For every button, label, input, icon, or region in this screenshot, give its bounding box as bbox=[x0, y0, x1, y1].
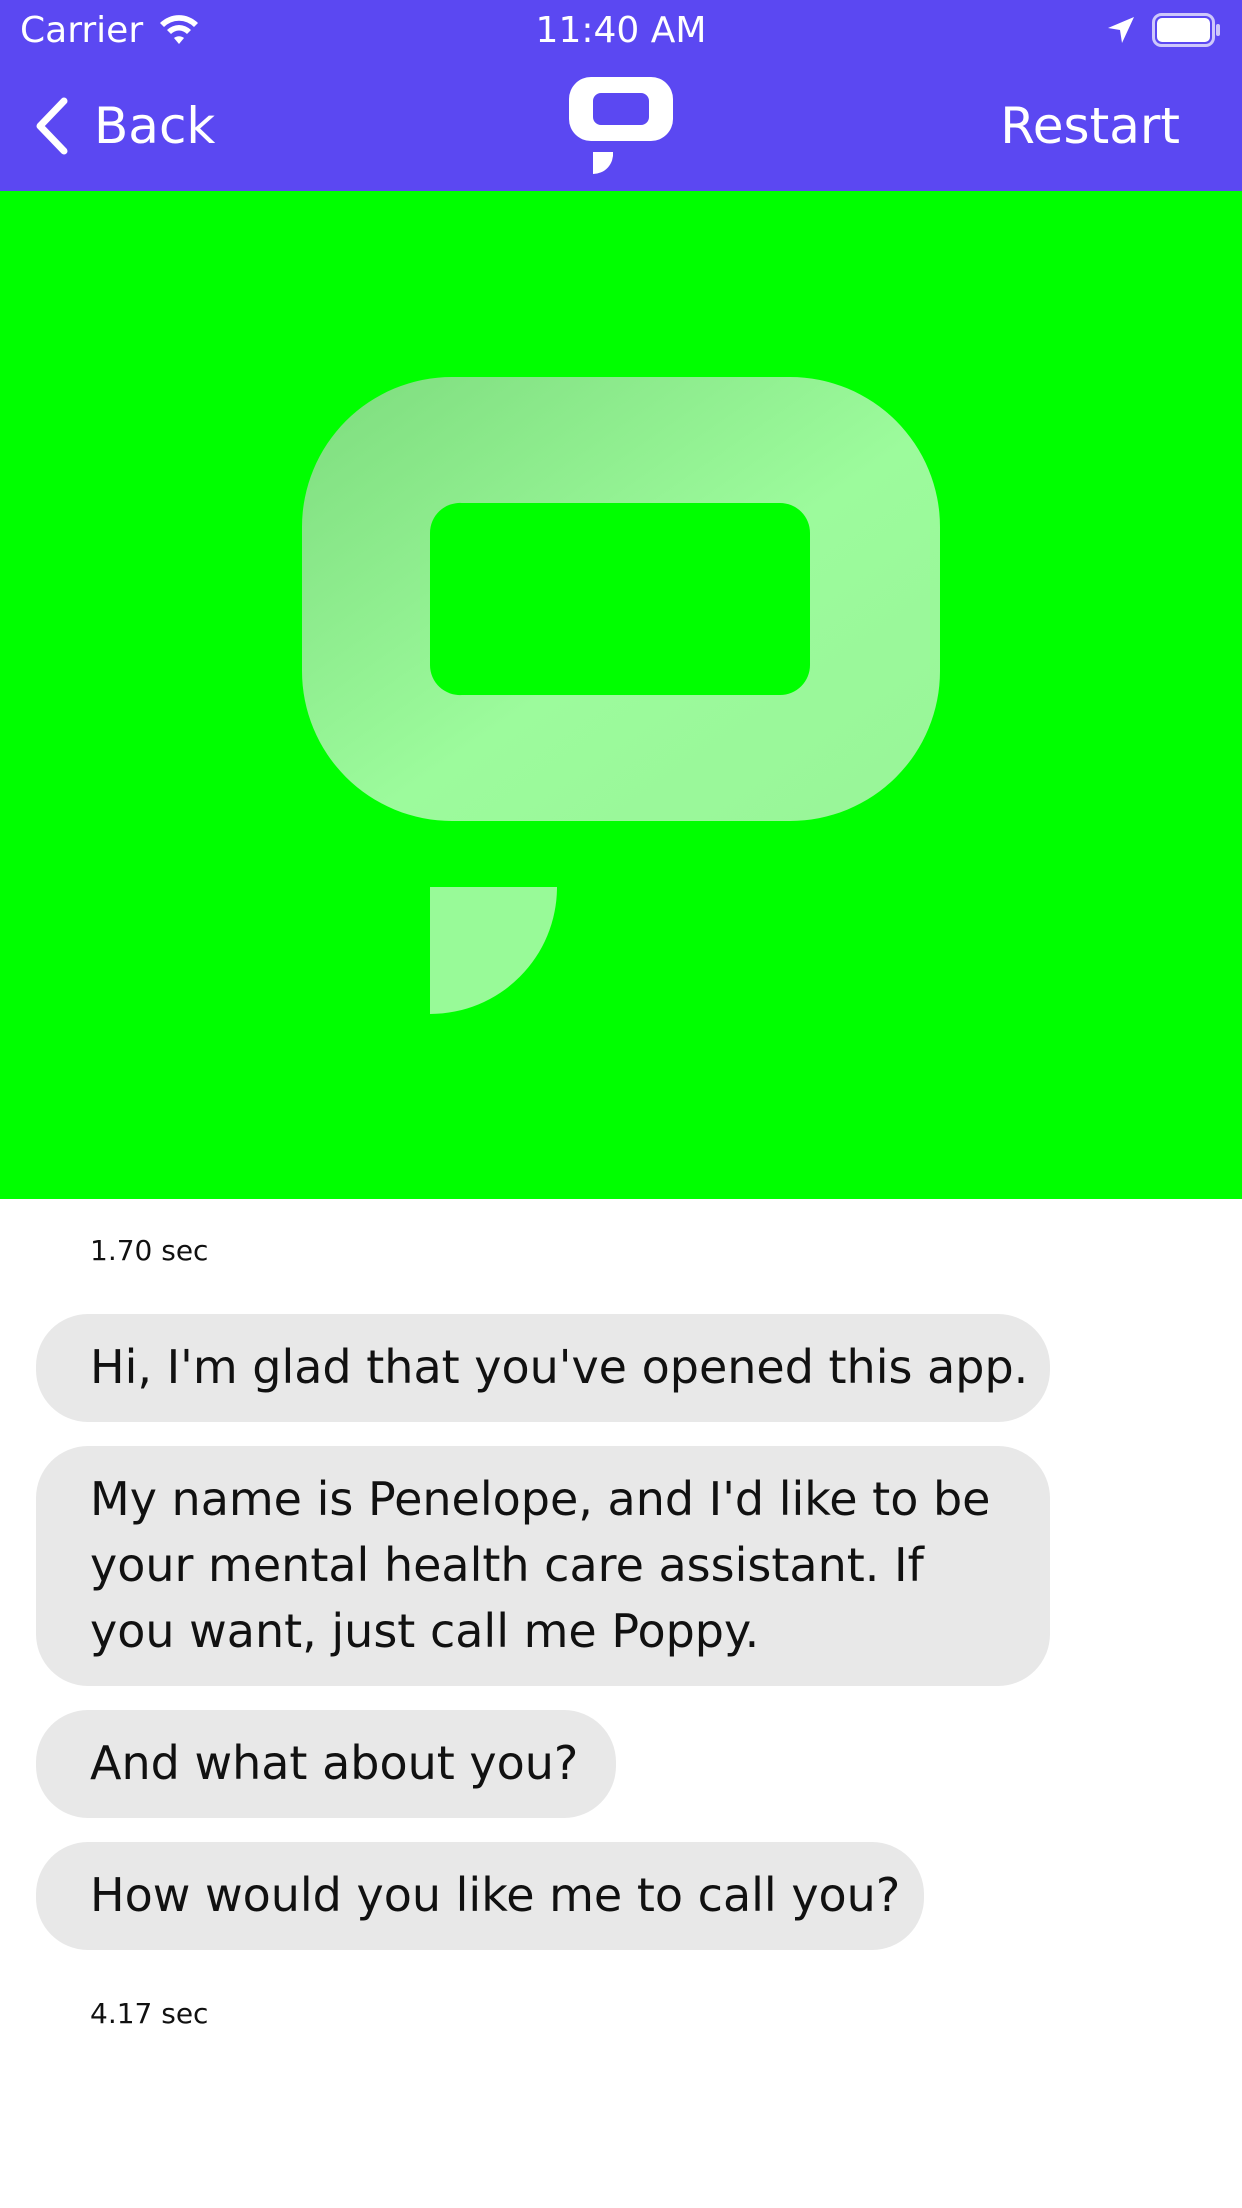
chevron-left-icon bbox=[36, 97, 68, 155]
chat-screen: Carrier 11:40 AM Back Restart 1.70 sec H… bbox=[0, 0, 1242, 2208]
restart-button[interactable]: Restart bbox=[1000, 94, 1180, 158]
message-timestamp: 1.70 sec bbox=[90, 1234, 209, 1267]
hero-banner bbox=[0, 191, 1242, 1199]
message-timestamp: 4.17 sec bbox=[90, 1997, 209, 2030]
chat-bubble: My name is Penelope, and I'd like to be … bbox=[36, 1446, 1050, 1686]
chat-bubble: How would you like me to call you? bbox=[36, 1842, 924, 1950]
status-icons bbox=[1106, 12, 1222, 48]
battery-icon bbox=[1152, 13, 1220, 47]
speech-bubble-logo-icon bbox=[569, 77, 673, 175]
location-arrow-icon bbox=[1108, 17, 1134, 43]
back-button[interactable]: Back bbox=[34, 94, 215, 158]
chat-bubble: And what about you? bbox=[36, 1710, 616, 1818]
back-label: Back bbox=[94, 97, 216, 155]
speech-bubble-logo-icon bbox=[302, 377, 940, 1014]
status-time: 11:40 AM bbox=[535, 10, 707, 51]
top-bar: Carrier 11:40 AM Back Restart bbox=[0, 0, 1242, 191]
chat-bubble: Hi, I'm glad that you've opened this app… bbox=[36, 1314, 1050, 1422]
